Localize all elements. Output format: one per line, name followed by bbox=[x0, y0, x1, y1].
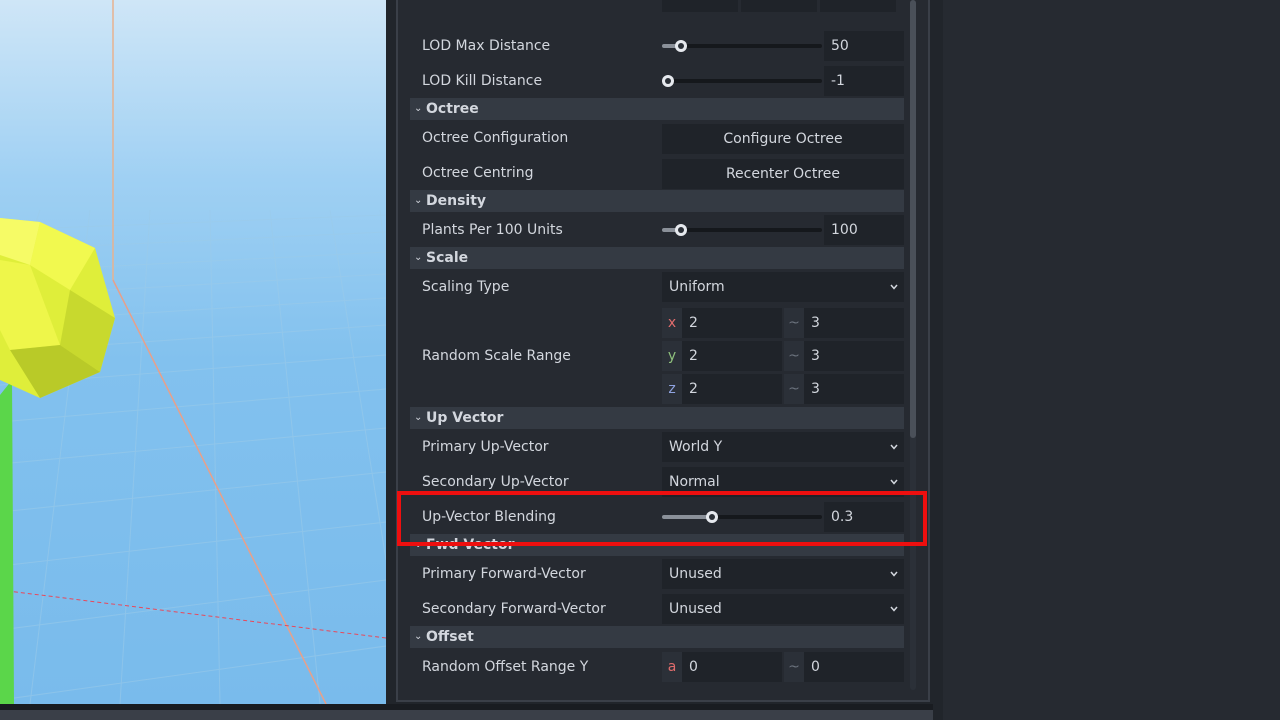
random-scale-range-label: Random Scale Range bbox=[422, 348, 571, 364]
inspector-scrollbar-grabber[interactable] bbox=[910, 0, 916, 438]
chevron-down-icon: ⌄ bbox=[414, 252, 423, 263]
chevron-down-icon: ⌄ bbox=[414, 103, 423, 114]
x-axis-line bbox=[0, 589, 386, 639]
chevron-down-icon: ⌄ bbox=[414, 631, 423, 642]
chevron-down-icon bbox=[890, 571, 898, 577]
section-scale[interactable]: ⌄ Scale bbox=[410, 247, 904, 269]
offset-min-field[interactable]: a 0 bbox=[662, 652, 782, 682]
plants-per-100-units-value[interactable]: 100 bbox=[824, 215, 904, 245]
scaling-type-dropdown[interactable]: Uniform bbox=[662, 272, 904, 302]
secondary-forward-vector-label: Secondary Forward-Vector bbox=[422, 601, 606, 617]
axis-x-tag: x bbox=[662, 308, 682, 338]
section-title: Offset bbox=[426, 629, 474, 645]
partial-field-3[interactable] bbox=[820, 0, 896, 12]
plant-mesh bbox=[0, 218, 115, 704]
section-octree[interactable]: ⌄ Octree bbox=[410, 98, 904, 120]
scale-x-max-field[interactable]: ~ 3 bbox=[784, 308, 904, 338]
chevron-down-icon: ⌄ bbox=[414, 412, 423, 423]
section-title: Scale bbox=[426, 250, 469, 266]
primary-forward-vector-dropdown[interactable]: Unused bbox=[662, 559, 904, 589]
highlight-box bbox=[397, 491, 927, 546]
chevron-down-icon bbox=[890, 479, 898, 485]
lod-kill-distance-value[interactable]: -1 bbox=[824, 66, 904, 96]
section-offset[interactable]: ⌄ Offset bbox=[410, 626, 904, 648]
offset-max-field[interactable]: ~ 0 bbox=[784, 652, 904, 682]
range-separator: ~ bbox=[784, 308, 804, 338]
section-title: Octree bbox=[426, 101, 479, 117]
right-panel bbox=[943, 0, 1280, 720]
axis-y-tag: y bbox=[662, 341, 682, 371]
3d-viewport[interactable] bbox=[0, 0, 386, 704]
slider-grabber[interactable] bbox=[675, 224, 688, 236]
random-offset-range-y-label: Random Offset Range Y bbox=[422, 659, 589, 675]
z-axis-line bbox=[112, 279, 327, 704]
lod-kill-distance-slider[interactable] bbox=[662, 66, 822, 96]
viewport-scene bbox=[0, 0, 386, 704]
recenter-octree-button[interactable]: Recenter Octree bbox=[662, 159, 904, 189]
section-title: Density bbox=[426, 193, 487, 209]
scale-x-min-field[interactable]: x 2 bbox=[662, 308, 782, 338]
lod-max-distance-value[interactable]: 50 bbox=[824, 31, 904, 61]
section-density[interactable]: ⌄ Density bbox=[410, 190, 904, 212]
section-title: Up Vector bbox=[426, 410, 504, 426]
octree-configuration-label: Octree Configuration bbox=[422, 130, 569, 146]
lod-kill-distance-label: LOD Kill Distance bbox=[422, 73, 543, 89]
scale-z-max-field[interactable]: ~ 3 bbox=[784, 374, 904, 404]
section-up-vector[interactable]: ⌄ Up Vector bbox=[410, 407, 904, 429]
chevron-down-icon: ⌄ bbox=[414, 195, 423, 206]
range-separator: ~ bbox=[784, 374, 804, 404]
range-separator: ~ bbox=[784, 652, 804, 682]
configure-octree-button[interactable]: Configure Octree bbox=[662, 124, 904, 154]
slider-grabber[interactable] bbox=[662, 75, 674, 87]
bottom-panel-strip bbox=[0, 704, 933, 720]
chevron-down-icon bbox=[890, 444, 898, 450]
plants-per-100-units-slider[interactable] bbox=[662, 215, 822, 245]
chevron-down-icon bbox=[890, 606, 898, 612]
axis-tag: a bbox=[662, 652, 682, 682]
primary-up-vector-label: Primary Up-Vector bbox=[422, 439, 549, 455]
primary-up-vector-dropdown[interactable]: World Y bbox=[662, 432, 904, 462]
scale-z-min-field[interactable]: z 2 bbox=[662, 374, 782, 404]
lod-max-distance-slider[interactable] bbox=[662, 31, 822, 61]
octree-centring-label: Octree Centring bbox=[422, 165, 534, 181]
axis-z-tag: z bbox=[662, 374, 682, 404]
secondary-forward-vector-dropdown[interactable]: Unused bbox=[662, 594, 904, 624]
dropdown-value: Unused bbox=[669, 601, 722, 617]
partial-field-2[interactable] bbox=[741, 0, 817, 12]
chevron-down-icon bbox=[890, 284, 898, 290]
range-separator: ~ bbox=[784, 341, 804, 371]
slider-grabber[interactable] bbox=[675, 40, 688, 52]
lod-max-distance-label: LOD Max Distance bbox=[422, 38, 551, 54]
dropdown-value: Unused bbox=[669, 566, 722, 582]
dropdown-value: World Y bbox=[669, 439, 723, 455]
primary-forward-vector-label: Primary Forward-Vector bbox=[422, 566, 586, 582]
dropdown-value: Uniform bbox=[669, 279, 725, 295]
partial-field-1[interactable] bbox=[662, 0, 738, 12]
scale-y-max-field[interactable]: ~ 3 bbox=[784, 341, 904, 371]
scale-y-min-field[interactable]: y 2 bbox=[662, 341, 782, 371]
plants-per-100-units-label: Plants Per 100 Units bbox=[422, 222, 563, 238]
scaling-type-label: Scaling Type bbox=[422, 279, 510, 295]
